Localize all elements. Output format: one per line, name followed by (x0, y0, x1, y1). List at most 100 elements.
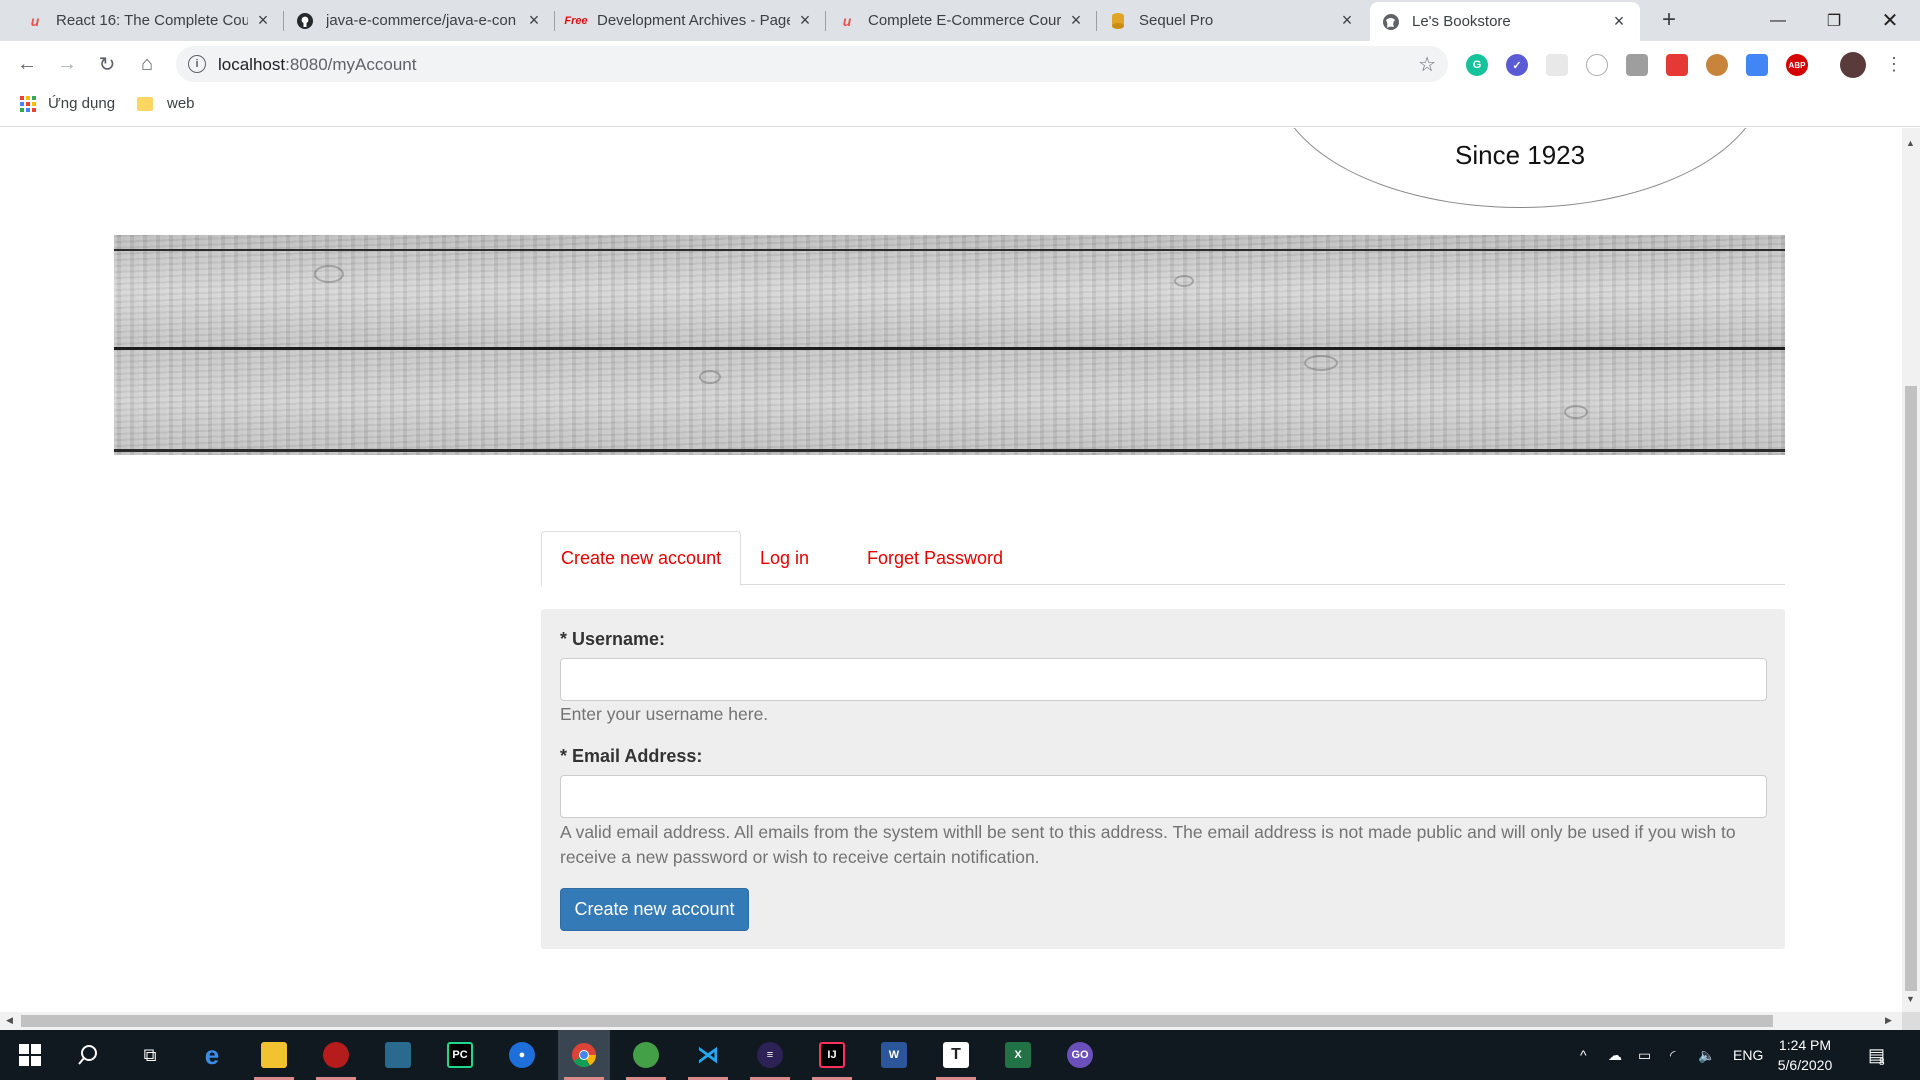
tray-chevron-icon[interactable]: ^ (1580, 1030, 1587, 1080)
wifi-icon[interactable]: ◜ (1670, 1030, 1675, 1080)
search-icon (78, 1045, 97, 1065)
vertical-scroll-thumb[interactable] (1905, 386, 1917, 991)
scroll-up-icon[interactable]: ▲ (1906, 138, 1915, 148)
timer-extension-icon[interactable] (1586, 54, 1608, 76)
taskbar-app-red[interactable] (310, 1030, 362, 1080)
database-icon (1109, 12, 1127, 30)
scroll-right-icon[interactable]: ▶ (1885, 1015, 1892, 1026)
email-label: * Email Address: (560, 746, 703, 766)
restore-button[interactable]: ❐ (1806, 0, 1862, 41)
task-view-icon: ⧉ (143, 1044, 157, 1065)
minimize-button[interactable]: — (1750, 0, 1806, 41)
reload-button[interactable]: ↻ (93, 50, 121, 78)
menu-kebab-icon[interactable]: ⋮ (1880, 50, 1908, 78)
create-account-button[interactable]: Create new account (560, 888, 749, 931)
onedrive-icon[interactable]: ☁ (1608, 1030, 1622, 1080)
udemy-icon: u (842, 12, 852, 29)
close-icon[interactable]: × (254, 10, 272, 30)
browser-tab-active[interactable]: Le's Bookstore × (1370, 2, 1640, 41)
new-tab-button[interactable]: + (1655, 6, 1683, 34)
taskbar-typora[interactable]: T (930, 1030, 982, 1080)
back-button[interactable]: ← (13, 50, 41, 78)
page-viewport: Since 1923 Create new account Log in For… (0, 128, 1902, 1012)
translate-extension-icon[interactable] (1746, 54, 1768, 76)
vscode-icon: ⋊ (697, 1042, 719, 1067)
taskbar-goland[interactable]: GO (1054, 1030, 1106, 1080)
typora-icon: T (943, 1042, 969, 1068)
forward-button[interactable]: → (53, 50, 81, 78)
notification-count: 8 (1879, 1056, 1885, 1068)
browser-tab-strip: u React 16: The Complete Cour × java-e-c… (0, 0, 1920, 41)
home-button[interactable]: ⌂ (133, 50, 161, 78)
tab-create-account[interactable]: Create new account (541, 531, 742, 586)
url-text[interactable]: localhost:8080/myAccount (218, 55, 416, 75)
browser-tab[interactable]: Sequel Pro × (1097, 0, 1368, 41)
battery-icon[interactable]: ▭ (1638, 1030, 1651, 1080)
taskbar-chrome[interactable] (558, 1030, 610, 1080)
browser-tab[interactable]: u Complete E-Commerce Cour × (826, 0, 1097, 41)
profile-avatar[interactable] (1840, 52, 1866, 78)
taskbar-word[interactable]: W (868, 1030, 920, 1080)
folder-icon (261, 1042, 287, 1068)
create-account-form: * Username: Enter your username here. * … (541, 609, 1785, 949)
vertical-scrollbar[interactable]: ▲ ▼ (1902, 128, 1920, 1012)
browser-tab[interactable]: Free Development Archives - Page × (555, 0, 826, 41)
close-icon[interactable]: × (1610, 11, 1628, 31)
pencil-extension-icon[interactable] (1626, 54, 1648, 76)
account-tabs: Create new account Log in Forget Passwor… (541, 531, 1785, 586)
browser-tab-title: Complete E-Commerce Cour (868, 12, 1061, 29)
taskbar-intellij[interactable]: IJ (806, 1030, 858, 1080)
taskbar-mysql-workbench[interactable] (372, 1030, 424, 1080)
scroll-left-icon[interactable]: ◀ (6, 1015, 13, 1026)
notifications-button[interactable]: ▤ 8 (1868, 1030, 1885, 1080)
intellij-icon: IJ (819, 1042, 845, 1068)
tab-label: Create new account (561, 548, 722, 568)
check-extension-icon[interactable]: ✓ (1506, 54, 1528, 76)
logo-since-text: Since 1923 (1455, 140, 1586, 170)
horizontal-scroll-thumb[interactable] (21, 1015, 1773, 1027)
browser-tab-title: Le's Bookstore (1412, 13, 1511, 30)
close-icon[interactable]: × (525, 10, 543, 30)
bookmark-apps[interactable]: Ứng dụng (20, 95, 115, 112)
browser-tab[interactable]: java-e-commerce/java-e-con × (284, 0, 555, 41)
folder-icon (137, 96, 153, 111)
window-close-button[interactable]: ✕ (1862, 0, 1918, 41)
horizontal-scrollbar[interactable]: ◀ ▶ (0, 1012, 1902, 1030)
volume-icon[interactable]: 🔈 (1698, 1030, 1715, 1080)
taskbar-eclipse[interactable]: ≡ (744, 1030, 796, 1080)
adblock-extension-icon[interactable]: ABP (1786, 54, 1808, 76)
bookmark-folder-web[interactable]: web (137, 95, 195, 112)
close-icon[interactable]: × (1067, 10, 1085, 30)
taskbar-vscode[interactable]: ⋊ (682, 1030, 734, 1080)
excel-icon: X (1005, 1042, 1031, 1068)
cookie-extension-icon[interactable] (1706, 54, 1728, 76)
grammarly-extension-icon[interactable]: G (1466, 54, 1488, 76)
taskbar-edge[interactable]: e (186, 1030, 238, 1080)
blank-extension-icon[interactable] (1546, 54, 1568, 76)
username-input[interactable] (560, 658, 1767, 701)
taskbar-app-green[interactable] (620, 1030, 672, 1080)
close-icon[interactable]: × (1338, 10, 1356, 30)
task-view-button[interactable]: ⧉ (124, 1030, 176, 1080)
close-icon[interactable]: × (796, 10, 814, 30)
browser-tab-title: Sequel Pro (1139, 12, 1214, 29)
bookmark-star-icon[interactable]: ☆ (1418, 52, 1436, 77)
taskbar-maps[interactable]: ● (496, 1030, 548, 1080)
edge-icon: e (204, 1039, 220, 1070)
info-icon[interactable]: i (188, 55, 206, 73)
scroll-down-icon[interactable]: ▼ (1906, 994, 1915, 1004)
clock[interactable]: 1:24 PM 5/6/2020 (1765, 1035, 1845, 1075)
email-input[interactable] (560, 775, 1767, 818)
start-button[interactable] (4, 1030, 56, 1080)
taskbar-file-explorer[interactable] (248, 1030, 300, 1080)
taskbar-pycharm[interactable]: PC (434, 1030, 486, 1080)
input-language[interactable]: ENG (1733, 1030, 1763, 1080)
tab-login[interactable]: Log in (741, 531, 828, 585)
taskbar-excel[interactable]: X (992, 1030, 1044, 1080)
address-bar[interactable]: i localhost:8080/myAccount ☆ (176, 46, 1448, 82)
pin-extension-icon[interactable] (1666, 54, 1688, 76)
browser-tab[interactable]: u React 16: The Complete Cour × (14, 0, 284, 41)
tab-forget-password[interactable]: Forget Password (848, 531, 1022, 585)
github-icon (296, 12, 314, 30)
search-button[interactable] (62, 1030, 114, 1080)
